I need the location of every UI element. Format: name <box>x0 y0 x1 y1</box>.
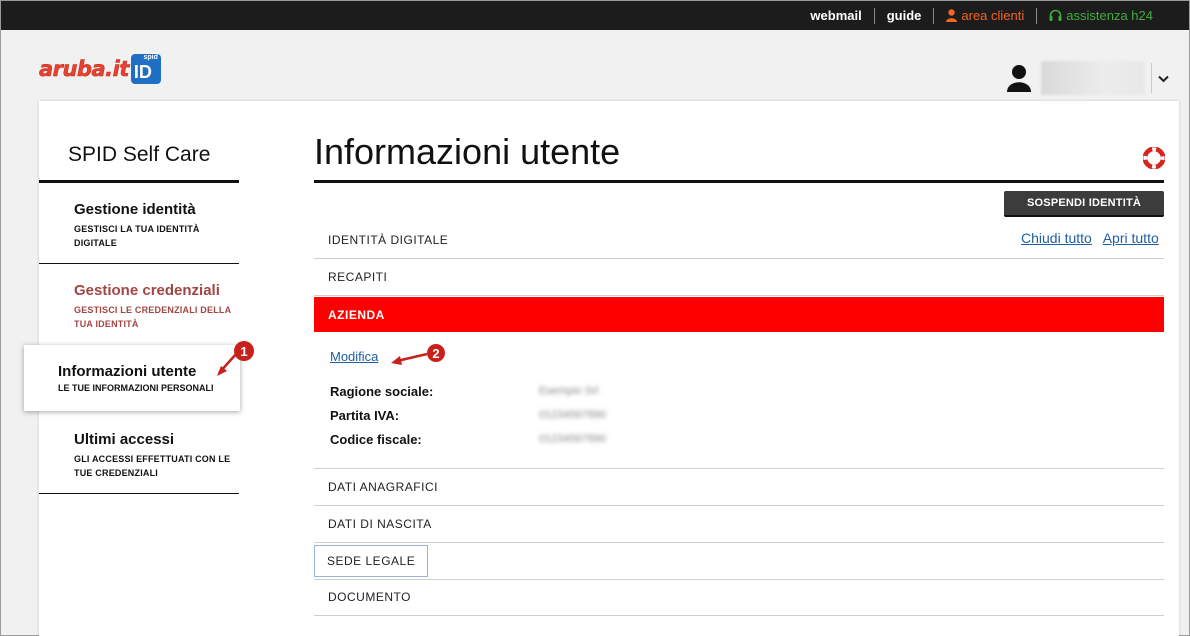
sidebar-item-label: Ultimi accessi <box>74 431 175 448</box>
lifebuoy-icon[interactable] <box>1143 147 1165 169</box>
section-label: RECAPITI <box>328 270 388 284</box>
sidebar-item-gestione-identita[interactable]: Gestione identità GESTISCI LA TUA IDENTI… <box>39 201 239 250</box>
sidebar-item-label: Gestione credenziali <box>74 282 220 299</box>
top-bar: webmail guide area clienti assistenza h2… <box>1 1 1189 30</box>
section-azienda[interactable]: AZIENDA <box>314 297 1164 332</box>
spid-id-badge: spid ID <box>130 54 161 84</box>
annotation-step-1: 1 <box>234 341 254 361</box>
field-label-partita-iva: Partita IVA: <box>330 408 400 423</box>
annotation-step-2: 2 <box>427 344 445 362</box>
section-identita-digitale[interactable]: IDENTITÀ DIGITALE <box>314 222 1164 259</box>
section-dati-di-nascita[interactable]: DATI DI NASCITA <box>314 506 1164 543</box>
section-label: SEDE LEGALE <box>314 545 429 577</box>
sidebar-item-label: Informazioni utente <box>58 363 197 380</box>
webmail-link[interactable]: webmail <box>798 8 873 24</box>
assistenza-label: assistenza h24 <box>1066 7 1153 23</box>
divider <box>314 180 1164 183</box>
divider <box>39 263 239 264</box>
user-menu[interactable] <box>1007 61 1169 95</box>
sidebar-title: SPID Self Care <box>68 143 211 166</box>
edit-link[interactable]: Modifica <box>330 349 378 364</box>
content-panel: SPID Self Care Gestione identità GESTISC… <box>24 101 1179 636</box>
section-label: DATI DI NASCITA <box>328 517 432 531</box>
assistenza-link[interactable]: assistenza h24 <box>1037 8 1165 24</box>
guide-link[interactable]: guide <box>875 8 934 24</box>
headset-icon <box>1049 9 1062 21</box>
user-icon <box>946 9 958 22</box>
sidebar-item-gestione-credenziali[interactable]: Gestione credenziali GESTISCI LE CREDENZ… <box>39 282 239 331</box>
section-label: AZIENDA <box>328 307 385 322</box>
sidebar-item-sub: GESTISCI LA TUA IDENTITÀ DIGITALE <box>74 224 200 248</box>
divider <box>39 180 239 183</box>
field-value-ragione-sociale: Esempio Srl <box>539 385 599 397</box>
badge-spid-text: spid <box>143 54 158 61</box>
field-label-ragione-sociale: Ragione sociale: <box>330 384 434 399</box>
section-sede-legale[interactable]: SEDE LEGALE <box>314 543 1164 580</box>
section-documento[interactable]: DOCUMENTO <box>314 579 1164 616</box>
suspend-identity-button[interactable]: SOSPENDI IDENTITÀ <box>1004 191 1164 217</box>
page-title: Informazioni utente <box>314 131 621 172</box>
logo-text: aruba.it <box>39 57 130 82</box>
divider <box>1151 63 1152 93</box>
sidebar-item-sub: LE TUE INFORMAZIONI PERSONALI <box>58 383 214 393</box>
sidebar-item-label: Gestione identità <box>74 201 196 218</box>
section-label: IDENTITÀ DIGITALE <box>328 233 449 247</box>
divider <box>39 493 239 494</box>
badge-id-text: ID <box>133 62 152 82</box>
sidebar-item-sub: GLI ACCESSI EFFETTUATI CON LE TUE CREDEN… <box>74 454 231 478</box>
section-label: DATI ANAGRAFICI <box>328 480 438 494</box>
sidebar-item-informazioni-utente[interactable]: Informazioni utente LE TUE INFORMAZIONI … <box>24 345 240 411</box>
area-clienti-label: area clienti <box>961 7 1025 23</box>
sidebar-item-sub: GESTISCI LE CREDENZIALI DELLA TUA IDENTI… <box>74 305 231 329</box>
azienda-bottom-border <box>314 432 1164 469</box>
area-clienti-link[interactable]: area clienti <box>934 8 1036 24</box>
field-value-partita-iva: 01234567890 <box>539 409 607 421</box>
section-label: DOCUMENTO <box>328 590 411 604</box>
chevron-down-icon[interactable] <box>1158 70 1169 86</box>
aruba-spid-logo[interactable]: aruba.it spid ID <box>39 54 161 84</box>
section-dati-anagrafici[interactable]: DATI ANAGRAFICI <box>314 469 1164 506</box>
user-name <box>1041 61 1145 95</box>
user-icon <box>1007 65 1031 92</box>
section-recapiti[interactable]: RECAPITI <box>314 259 1164 296</box>
sidebar-item-ultimi-accessi[interactable]: Ultimi accessi GLI ACCESSI EFFETTUATI CO… <box>39 431 239 480</box>
